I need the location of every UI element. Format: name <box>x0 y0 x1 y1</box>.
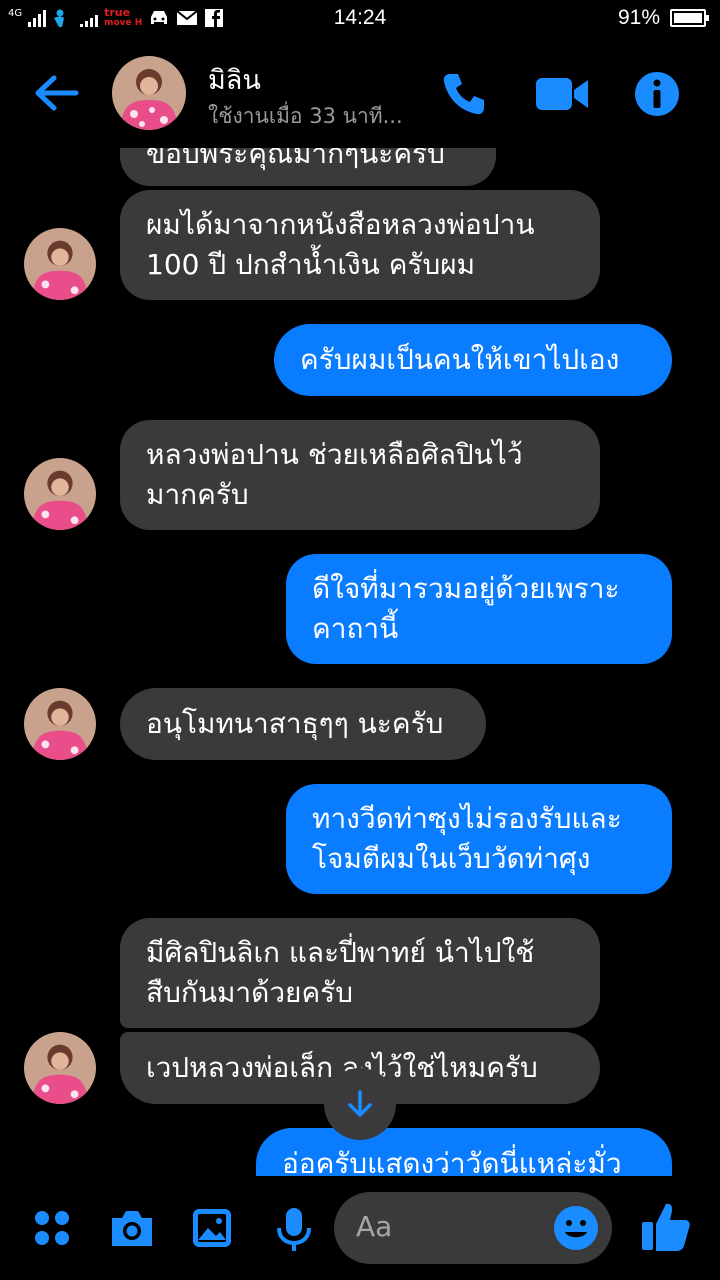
camera-icon <box>112 1211 152 1246</box>
message-text: ผมได้มาจากหนังสือหลวงพ่อปาน 100 ปี ปกสำน… <box>146 205 535 285</box>
conversation-header: มิลิน ใช้งานเมื่อ 33 นาที... <box>0 38 720 148</box>
emoji-button[interactable] <box>552 1204 600 1252</box>
phone-icon <box>443 74 484 115</box>
photo-gallery-icon <box>193 1209 231 1247</box>
message-text: ดีใจที่มารวมอยู่ด้วยเพราะ คาถานี้ <box>312 569 619 649</box>
thumbs-up-icon <box>642 1203 690 1251</box>
sender-avatar[interactable] <box>24 688 96 760</box>
message-bubble-incoming[interactable]: ผมได้มาจากหนังสือหลวงพ่อปาน 100 ปี ปกสำน… <box>120 190 600 300</box>
message-line: ทางวีดท่าซุงไม่รองรับและ <box>312 802 622 835</box>
message-line: มีศิลปินลิเก และปี่พาทย์ นำไปใช้ <box>146 936 535 969</box>
clock: 14:24 <box>333 6 387 29</box>
microphone-icon <box>277 1208 311 1251</box>
apps-grid-icon <box>35 1211 69 1245</box>
message-bubble-incoming[interactable]: มีศิลปินลิเก และปี่พาทย์ นำไปใช้ สืบกันม… <box>120 918 600 1028</box>
scroll-to-bottom-button[interactable] <box>324 1068 396 1140</box>
arrow-down-icon <box>348 1090 372 1117</box>
sender-avatar[interactable] <box>24 1032 96 1104</box>
message-text: ครับผมเป็นคนให้เขาไปเอง <box>300 343 620 376</box>
message-line: มากครับ <box>146 478 249 511</box>
message-line: หลวงพ่อปาน ช่วยเหลือศิลปินไว้ <box>146 438 523 471</box>
message-line: สืบกันมาด้วยครับ <box>146 976 353 1009</box>
status-bar: 4G true move H 14:24 91% <box>0 0 720 38</box>
voice-button[interactable] <box>272 1206 316 1251</box>
message-text: อ่อครับแสดงว่าวัดนี่แหล่ะมั่ว <box>282 1147 622 1176</box>
message-bubble-incoming[interactable]: ขอบพระคุณมากๆนะครับ <box>120 148 496 186</box>
message-bubble-incoming[interactable]: หลวงพ่อปาน ช่วยเหลือศิลปินไว้ มากครับ <box>120 420 600 530</box>
camera-button[interactable] <box>108 1206 156 1250</box>
video-call-button[interactable] <box>534 70 590 118</box>
status-right: 91% <box>617 6 709 30</box>
message-input[interactable]: Aa <box>334 1192 612 1264</box>
back-arrow-icon <box>35 75 79 111</box>
info-button[interactable] <box>633 70 681 118</box>
message-line: ผมได้มาจากหนังสือหลวงพ่อปาน <box>146 208 535 241</box>
message-text: หลวงพ่อปาน ช่วยเหลือศิลปินไว้ มากครับ <box>146 435 523 515</box>
avatar-photo <box>24 228 96 300</box>
message-composer: Aa <box>0 1176 720 1280</box>
battery-percent: 91% <box>617 6 660 29</box>
message-text: มีศิลปินลิเก และปี่พาทย์ นำไปใช้ สืบกันม… <box>146 933 534 1013</box>
sender-avatar[interactable] <box>24 458 96 530</box>
contact-avatar[interactable] <box>112 56 186 130</box>
message-line: 100 ปี ปกสำน้ำเงิน ครับผม <box>146 248 476 281</box>
avatar-photo <box>112 56 186 130</box>
message-text: ทางวีดท่าซุงไม่รองรับและ โจมตีผมในเว็บวั… <box>312 799 622 879</box>
video-camera-icon <box>536 78 588 110</box>
apps-button[interactable] <box>30 1206 74 1250</box>
message-line: ดีใจที่มารวมอยู่ด้วยเพราะ <box>312 572 620 605</box>
message-text: ขอบพระคุณมากๆนะครับ <box>146 148 445 170</box>
like-button[interactable] <box>640 1200 692 1254</box>
message-line: โจมตีผมในเว็บวัดท่าศุง <box>312 842 591 875</box>
message-input-placeholder: Aa <box>356 1210 393 1243</box>
gallery-button[interactable] <box>190 1206 234 1250</box>
message-line: คาถานี้ <box>312 612 399 645</box>
message-list[interactable]: ขอบพระคุณมากๆนะครับ ผมได้มาจากหนังสือหลว… <box>0 148 720 1176</box>
message-bubble-outgoing[interactable]: ครับผมเป็นคนให้เขาไปเอง <box>274 324 672 396</box>
emoji-icon <box>554 1206 598 1250</box>
contact-name: มิลิน <box>208 65 261 96</box>
message-text: อนุโมทนาสาธุๆๆ นะครับ <box>146 707 444 740</box>
avatar-photo <box>24 688 96 760</box>
call-button[interactable] <box>440 70 488 118</box>
avatar-photo <box>24 1032 96 1104</box>
back-button[interactable] <box>28 68 84 118</box>
message-bubble-outgoing[interactable]: อ่อครับแสดงว่าวัดนี่แหล่ะมั่ว <box>256 1128 672 1176</box>
message-bubble-outgoing[interactable]: ทางวีดท่าซุงไม่รองรับและ โจมตีผมในเว็บวั… <box>286 784 672 894</box>
battery-icon <box>670 9 709 27</box>
message-bubble-outgoing[interactable]: ดีใจที่มารวมอยู่ด้วยเพราะ คาถานี้ <box>286 554 672 664</box>
sender-avatar[interactable] <box>24 228 96 300</box>
message-bubble-incoming[interactable]: อนุโมทนาสาธุๆๆ นะครับ <box>120 688 486 760</box>
info-icon <box>635 72 679 116</box>
avatar-photo <box>24 458 96 530</box>
contact-active-status: ใช้งานเมื่อ 33 นาที... <box>208 104 403 128</box>
